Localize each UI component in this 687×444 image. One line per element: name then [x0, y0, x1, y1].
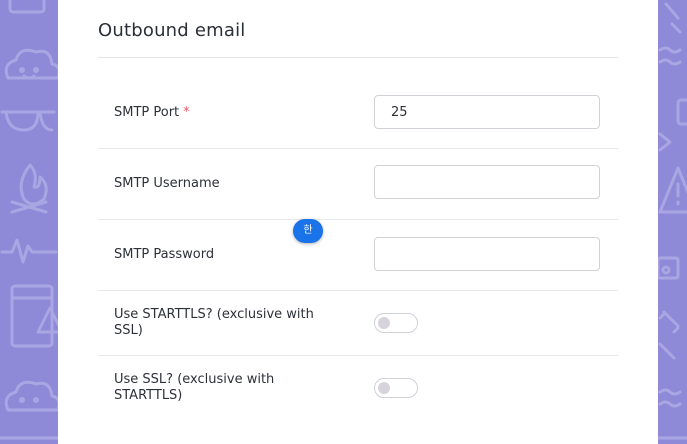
smtp-username-label: SMTP Username: [114, 176, 220, 191]
background-pattern-right: [658, 0, 687, 444]
ime-language-indicator[interactable]: 한: [293, 219, 323, 243]
smtp-username-row: SMTP Username: [98, 149, 618, 220]
use-starttls-toggle[interactable]: [374, 313, 418, 333]
toggle-knob: [378, 317, 390, 329]
background-pattern-left: [0, 0, 58, 444]
smtp-port-row: SMTP Port *: [98, 78, 618, 149]
smtp-port-input[interactable]: [374, 95, 600, 129]
use-ssl-row: Use SSL? (exclusive with STARTTLS): [98, 356, 618, 420]
smtp-password-input[interactable]: [374, 237, 600, 271]
smtp-password-label: SMTP Password: [114, 247, 215, 262]
use-starttls-row: Use STARTTLS? (exclusive with SSL): [98, 291, 618, 356]
use-starttls-label: Use STARTTLS? (exclusive with SSL): [114, 307, 314, 338]
smtp-password-row: SMTP Password: [98, 220, 618, 291]
use-ssl-label: Use SSL? (exclusive with STARTTLS): [114, 372, 275, 403]
outbound-email-panel: Outbound email SMTP Port* SMTP Username …: [58, 0, 658, 444]
required-asterisk: *: [183, 105, 190, 120]
smtp-port-label: SMTP Port *: [114, 105, 190, 120]
title-divider: [98, 57, 618, 58]
toggle-knob: [378, 382, 390, 394]
smtp-username-input[interactable]: [374, 165, 600, 199]
use-ssl-toggle[interactable]: [374, 378, 418, 398]
section-title: Outbound email: [98, 20, 246, 41]
